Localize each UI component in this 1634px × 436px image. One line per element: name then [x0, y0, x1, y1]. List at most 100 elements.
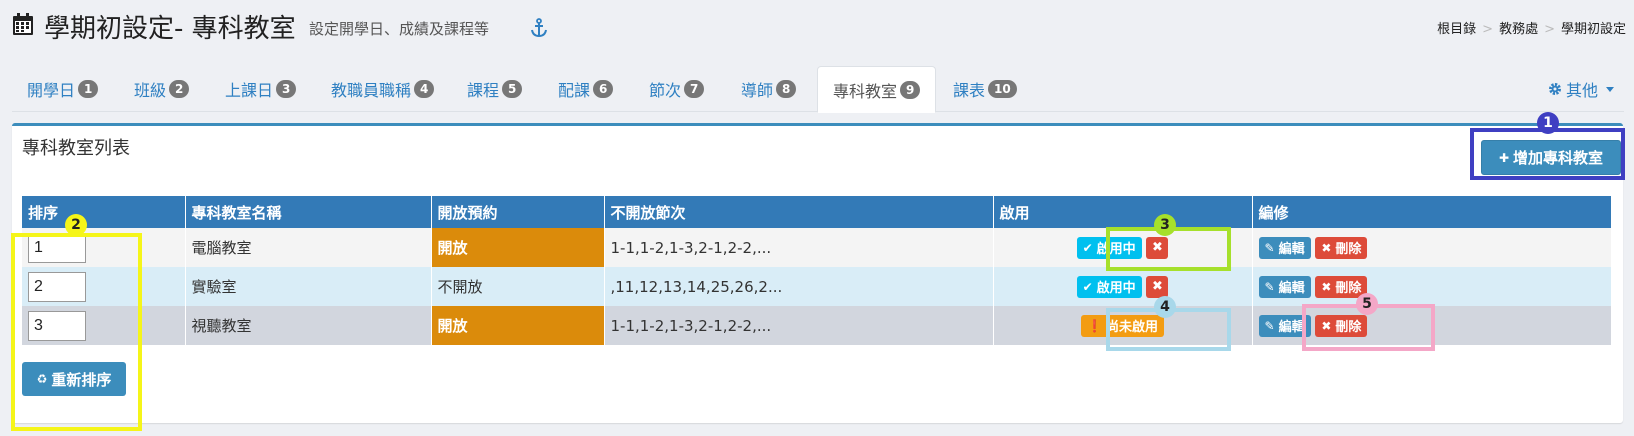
tab-badge: 6	[593, 80, 614, 98]
edit-cell: ✎ 編輯 ✖ 刪除	[1252, 267, 1612, 306]
edit-cell: ✎ 編輯 ✖ 刪除	[1252, 228, 1612, 267]
page-subtitle: 設定開學日、成績及課程等	[309, 20, 490, 38]
delete-button[interactable]: ✖ 刪除	[1315, 314, 1368, 337]
reservation-status: 開放	[431, 306, 605, 345]
reservation-status: 不開放	[431, 267, 605, 306]
special-classroom-panel: 專科教室列表 ✚ 增加專科教室 排序 專科教室名稱 開放預約 不開放節次 啟用 …	[12, 123, 1623, 423]
order-input[interactable]	[28, 271, 86, 302]
reorder-button[interactable]: ♻ 重新排序	[22, 362, 126, 396]
tab-badge: 7	[684, 80, 705, 98]
other-menu-dropdown[interactable]: 其他	[1548, 66, 1614, 112]
close-icon: ✖	[1321, 318, 1332, 333]
closed-periods: 1-1,1-2,1-3,2-1,2-2,...	[604, 306, 994, 345]
check-icon: ✔	[1082, 240, 1093, 255]
column-header-order: 排序	[22, 196, 186, 228]
tab-label: 上課日	[225, 81, 274, 100]
tab-periods[interactable]: 節次 7	[634, 66, 719, 112]
anchor-icon[interactable]	[530, 18, 548, 38]
status-label: 啟用中	[1096, 242, 1136, 257]
edit-icon: ✎	[1264, 279, 1275, 294]
tab-homeroom-teachers[interactable]: 導師 8	[726, 66, 811, 112]
callout-number-2: 2	[65, 214, 87, 236]
classroom-name: 實驗室	[185, 267, 432, 306]
gear-icon	[1548, 83, 1561, 95]
add-button-label: 增加專科教室	[1513, 149, 1604, 167]
add-special-classroom-button[interactable]: ✚ 增加專科教室	[1481, 140, 1621, 175]
closed-periods: ,11,12,13,14,25,26,2...	[604, 267, 994, 306]
tab-label: 節次	[649, 81, 682, 100]
calendar-icon	[13, 13, 33, 35]
tab-badge: 4	[414, 80, 435, 98]
tab-start-date[interactable]: 開學日 1	[12, 66, 113, 112]
tab-timetable[interactable]: 課表 10	[938, 66, 1032, 112]
edit-button[interactable]: ✎ 編輯	[1258, 236, 1311, 259]
callout-number-5: 5	[1356, 293, 1378, 315]
recycle-icon: ♻	[36, 372, 48, 386]
order-cell	[22, 267, 186, 306]
edit-cell: ✎ 編輯 ✖ 刪除	[1252, 306, 1612, 345]
delete-label: 刪除	[1335, 320, 1362, 335]
breadcrumb-root[interactable]: 根目錄	[1437, 22, 1476, 37]
column-header-enabled: 啟用	[993, 196, 1253, 228]
edit-label: 編輯	[1278, 320, 1305, 335]
tab-label: 課表	[953, 81, 986, 100]
close-icon: ✖	[1321, 279, 1332, 294]
close-icon: ✖	[1151, 279, 1163, 294]
disable-button[interactable]: ✖	[1146, 275, 1169, 298]
plus-icon: ✚	[1498, 150, 1510, 165]
column-header-reservation: 開放預約	[431, 196, 605, 228]
tab-badge: 10	[988, 80, 1017, 98]
tab-badge: 5	[502, 80, 523, 98]
enabled-cell: ✔ 啟用中 ✖	[993, 267, 1253, 306]
close-icon: ✖	[1321, 240, 1332, 255]
enabled-status-button[interactable]: ✔ 啟用中	[1076, 275, 1142, 298]
tab-label: 班級	[134, 81, 167, 100]
tab-staff-titles[interactable]: 教職員職稱 4	[316, 66, 449, 112]
tab-classes[interactable]: 班級 2	[119, 66, 204, 112]
order-input[interactable]	[28, 310, 86, 341]
enabled-cell: ✔ 啟用中 ✖	[993, 228, 1253, 267]
not-enabled-status-button[interactable]: ❗ 尚未啟用	[1081, 314, 1164, 337]
edit-label: 編輯	[1278, 281, 1305, 296]
breadcrumb: 根目錄 > 教務處 > 學期初設定	[1437, 22, 1626, 37]
enabled-status-button[interactable]: ✔ 啟用中	[1076, 236, 1142, 259]
check-icon: ✔	[1082, 279, 1093, 294]
column-header-closed-periods: 不開放節次	[604, 196, 994, 228]
other-menu-label: 其他	[1565, 81, 1598, 100]
close-icon: ✖	[1151, 240, 1163, 255]
order-input[interactable]	[28, 232, 86, 263]
tab-badge: 9	[900, 80, 921, 99]
tab-badge: 3	[276, 80, 297, 98]
tab-assign-courses[interactable]: 配課 6	[543, 66, 628, 112]
tab-special-classrooms[interactable]: 專科教室 9	[817, 66, 937, 113]
delete-button[interactable]: ✖ 刪除	[1315, 236, 1368, 259]
column-header-name: 專科教室名稱	[185, 196, 432, 228]
delete-label: 刪除	[1335, 242, 1362, 257]
tab-badge: 2	[169, 80, 190, 98]
status-label: 啟用中	[1096, 281, 1136, 296]
disable-button[interactable]: ✖	[1146, 236, 1169, 259]
tab-school-days[interactable]: 上課日 3	[210, 66, 311, 112]
edit-button[interactable]: ✎ 編輯	[1258, 275, 1311, 298]
status-label: 尚未啟用	[1105, 320, 1158, 335]
tab-label: 課程	[467, 81, 500, 100]
edit-button[interactable]: ✎ 編輯	[1258, 314, 1311, 337]
tab-label: 教職員職稱	[331, 81, 412, 100]
table-header-row: 排序 專科教室名稱 開放預約 不開放節次 啟用 編修	[22, 196, 1612, 228]
special-classroom-table: 排序 專科教室名稱 開放預約 不開放節次 啟用 編修 電腦教室 開放 1-1,1…	[22, 196, 1612, 345]
tab-label: 專科教室	[833, 81, 898, 101]
reorder-button-label: 重新排序	[51, 370, 112, 389]
order-cell	[22, 306, 186, 345]
edit-icon: ✎	[1264, 318, 1275, 333]
tab-courses[interactable]: 課程 5	[452, 66, 537, 112]
breadcrumb-office[interactable]: 教務處	[1499, 22, 1538, 37]
edit-icon: ✎	[1264, 240, 1275, 255]
callout-number-4: 4	[1154, 296, 1176, 318]
classroom-name: 電腦教室	[185, 228, 432, 267]
callout-number-1: 1	[1537, 112, 1559, 134]
callout-number-3: 3	[1154, 214, 1176, 236]
tab-label: 開學日	[27, 81, 76, 100]
classroom-name: 視聽教室	[185, 306, 432, 345]
chevron-down-icon	[1606, 86, 1614, 92]
exclamation-icon: ❗	[1087, 318, 1102, 333]
